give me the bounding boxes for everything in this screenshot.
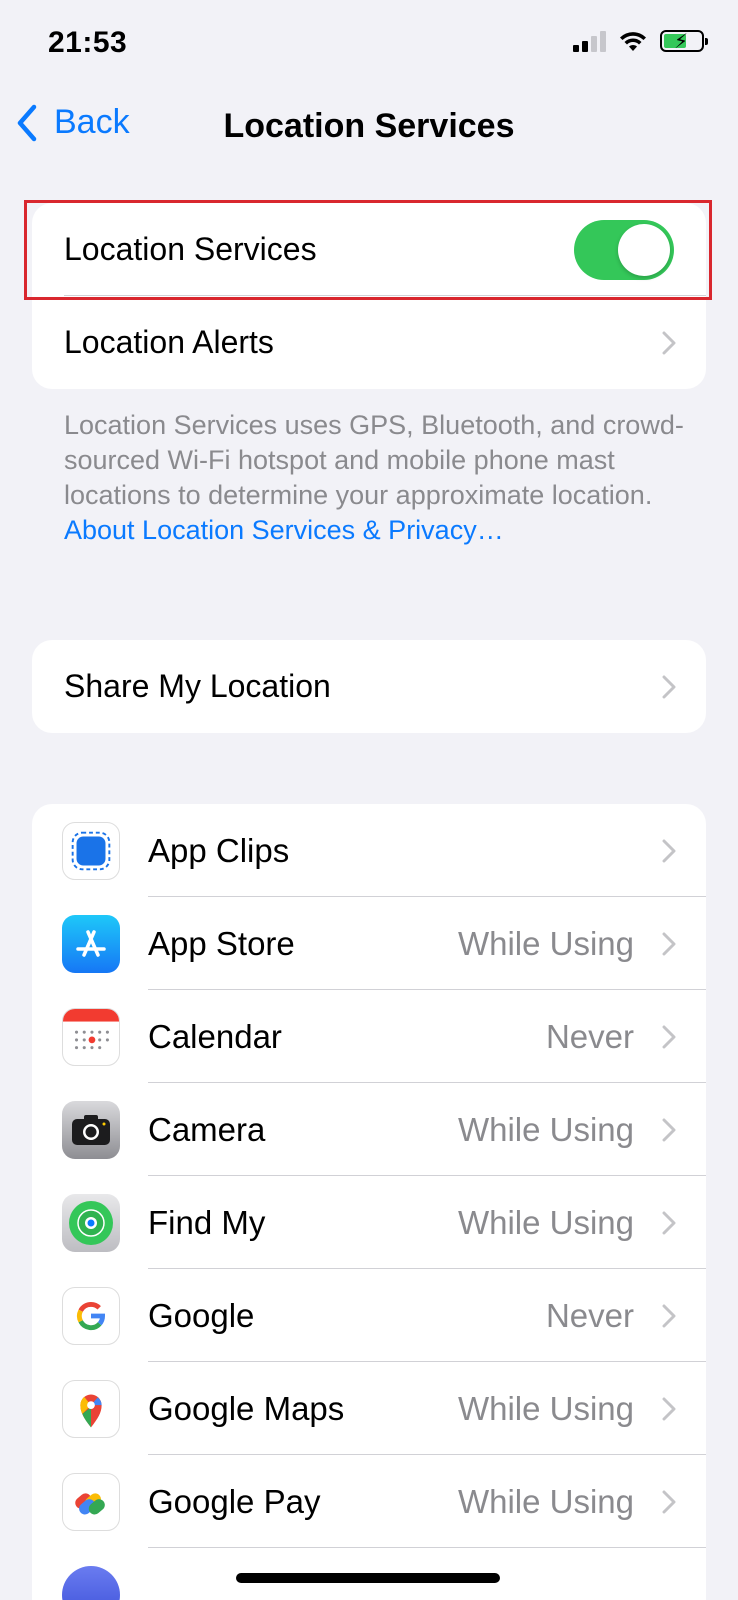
app-name: Calendar <box>148 1017 282 1055</box>
chevron-right-icon <box>662 1304 676 1327</box>
wifi-icon <box>620 32 646 51</box>
app-clips-icon <box>62 821 120 880</box>
app-store-icon <box>62 914 120 973</box>
cellular-signal-icon <box>573 30 606 52</box>
highlight-box <box>24 200 712 300</box>
list-item[interactable]: Find My While Using <box>32 1176 706 1269</box>
app-name: Find My <box>148 1203 266 1241</box>
description-text: Location Services uses GPS, Bluetooth, a… <box>64 410 684 510</box>
google-pay-icon <box>62 1472 120 1531</box>
status-time: 21:53 <box>48 26 128 59</box>
chevron-right-icon <box>662 1211 676 1234</box>
google-icon <box>62 1286 120 1345</box>
chevron-right-icon <box>662 1397 676 1420</box>
chevron-right-icon <box>662 331 676 354</box>
app-permission-value: While Using <box>457 1482 634 1520</box>
chevron-right-icon <box>662 1025 676 1048</box>
location-alerts-row[interactable]: Location Alerts <box>32 296 706 389</box>
status-bar: 21:53 ⚡ <box>0 0 738 90</box>
battery-icon: ⚡ <box>660 30 708 53</box>
navigation-bar: Back Location Services <box>0 95 738 165</box>
share-my-location-row[interactable]: Share My Location <box>32 640 706 733</box>
google-maps-icon <box>62 1379 120 1438</box>
app-permission-value: While Using <box>457 1110 634 1148</box>
chevron-right-icon <box>662 932 676 955</box>
share-location-group: Share My Location <box>32 640 706 733</box>
app-name: Google Maps <box>148 1389 345 1427</box>
share-my-location-label: Share My Location <box>64 668 331 704</box>
app-name: Google <box>148 1296 255 1334</box>
app-permission-value: While Using <box>457 1389 634 1427</box>
location-alerts-label: Location Alerts <box>64 324 274 360</box>
calendar-icon <box>62 1007 120 1066</box>
list-item[interactable]: Camera While Using <box>32 1083 706 1176</box>
find-my-icon <box>62 1193 120 1252</box>
list-item[interactable]: Google Pay While Using <box>32 1455 706 1548</box>
app-permission-value: While Using <box>457 924 634 962</box>
app-name: App Clips <box>148 831 290 869</box>
status-icons: ⚡ <box>573 30 708 53</box>
about-privacy-link[interactable]: About Location Services & Privacy… <box>64 515 504 545</box>
list-item[interactable]: App Clips <box>32 804 706 897</box>
chevron-right-icon <box>662 675 676 698</box>
app-permission-value: While Using <box>457 1203 634 1241</box>
location-services-description: Location Services uses GPS, Bluetooth, a… <box>64 408 684 548</box>
list-item[interactable]: Calendar Never <box>32 990 706 1083</box>
app-name: Google Pay <box>148 1482 321 1520</box>
camera-icon <box>62 1100 120 1159</box>
chevron-right-icon <box>662 1118 676 1141</box>
chevron-right-icon <box>662 839 676 862</box>
list-item[interactable]: Google Never <box>32 1269 706 1362</box>
chevron-right-icon <box>662 1490 676 1513</box>
home-indicator[interactable] <box>236 1573 500 1583</box>
app-icon-partial <box>62 1565 120 1600</box>
app-permission-value: Never <box>545 1017 634 1055</box>
list-item[interactable]: Google Maps While Using <box>32 1362 706 1455</box>
apps-list: App Clips App Store While Using Calendar… <box>32 804 706 1600</box>
charging-bolt-icon: ⚡ <box>674 31 689 53</box>
list-item[interactable]: App Store While Using <box>32 897 706 990</box>
page-title: Location Services <box>223 107 515 145</box>
app-permission-value: Never <box>545 1296 634 1334</box>
app-name: App Store <box>148 924 295 962</box>
app-name: Camera <box>148 1110 266 1148</box>
